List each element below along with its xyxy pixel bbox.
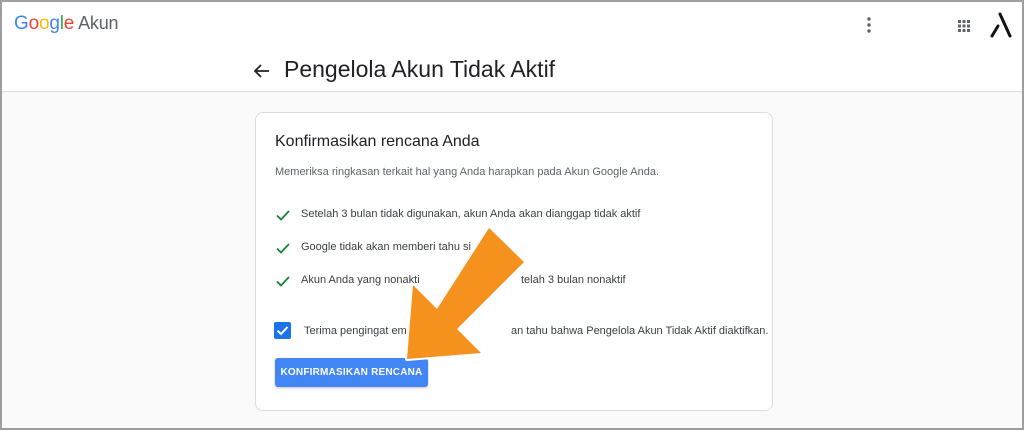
summary-item: Google tidak akan memberi tahu si xyxy=(275,239,755,257)
check-icon xyxy=(276,276,290,287)
logo-letter: e xyxy=(63,13,75,34)
check-icon xyxy=(276,210,290,221)
apps-grid-icon[interactable] xyxy=(952,14,976,38)
confirm-plan-card: Konfirmasikan rencana Anda Memeriksa rin… xyxy=(255,112,773,411)
reminder-label: Terima pengingat emai xyxy=(304,325,416,337)
logo-letter: g xyxy=(49,13,60,34)
more-vert-icon[interactable] xyxy=(859,13,879,37)
summary-item-text: telah 3 bulan nonaktif xyxy=(521,274,626,286)
summary-item-text: Google tidak akan memberi tahu si xyxy=(301,241,471,253)
google-account-logo[interactable]: Google Akun xyxy=(14,13,119,35)
arrow-back-icon[interactable] xyxy=(251,60,273,82)
checkmark-icon xyxy=(276,326,289,336)
summary-item: Akun Anda yang nonakti telah 3 bulan non… xyxy=(275,272,755,290)
card-title: Konfirmasikan rencana Anda xyxy=(275,133,480,150)
logo-letter: o xyxy=(28,13,40,34)
browser-frame: Google Akun Pengelola Akun Tidak Aktif K… xyxy=(0,0,1024,430)
check-icon xyxy=(276,243,290,254)
top-app-bar: Google Akun xyxy=(2,2,1022,50)
page-title-bar: Pengelola Akun Tidak Aktif xyxy=(2,50,1022,92)
page-title: Pengelola Akun Tidak Aktif xyxy=(284,56,556,82)
reminder-checkbox[interactable] xyxy=(274,322,291,339)
logo-letter: G xyxy=(14,13,29,34)
account-avatar-icon[interactable] xyxy=(987,10,1013,40)
product-name: Akun xyxy=(78,13,119,33)
summary-item-text: Setelah 3 bulan tidak digunakan, akun An… xyxy=(301,208,641,220)
card-subtitle: Memeriksa ringkasan terkait hal yang And… xyxy=(275,166,660,178)
logo-letter: o xyxy=(38,13,50,34)
summary-item: Setelah 3 bulan tidak digunakan, akun An… xyxy=(275,206,755,224)
summary-item-text: Akun Anda yang nonakti xyxy=(301,274,420,286)
confirm-plan-button[interactable]: KONFIRMASIKAN RENCANA xyxy=(275,358,428,387)
reminder-email-option[interactable]: Terima pengingat emai an tahu bahwa Peng… xyxy=(274,322,768,342)
reminder-label: an tahu bahwa Pengelola Akun Tidak Aktif… xyxy=(511,325,769,337)
